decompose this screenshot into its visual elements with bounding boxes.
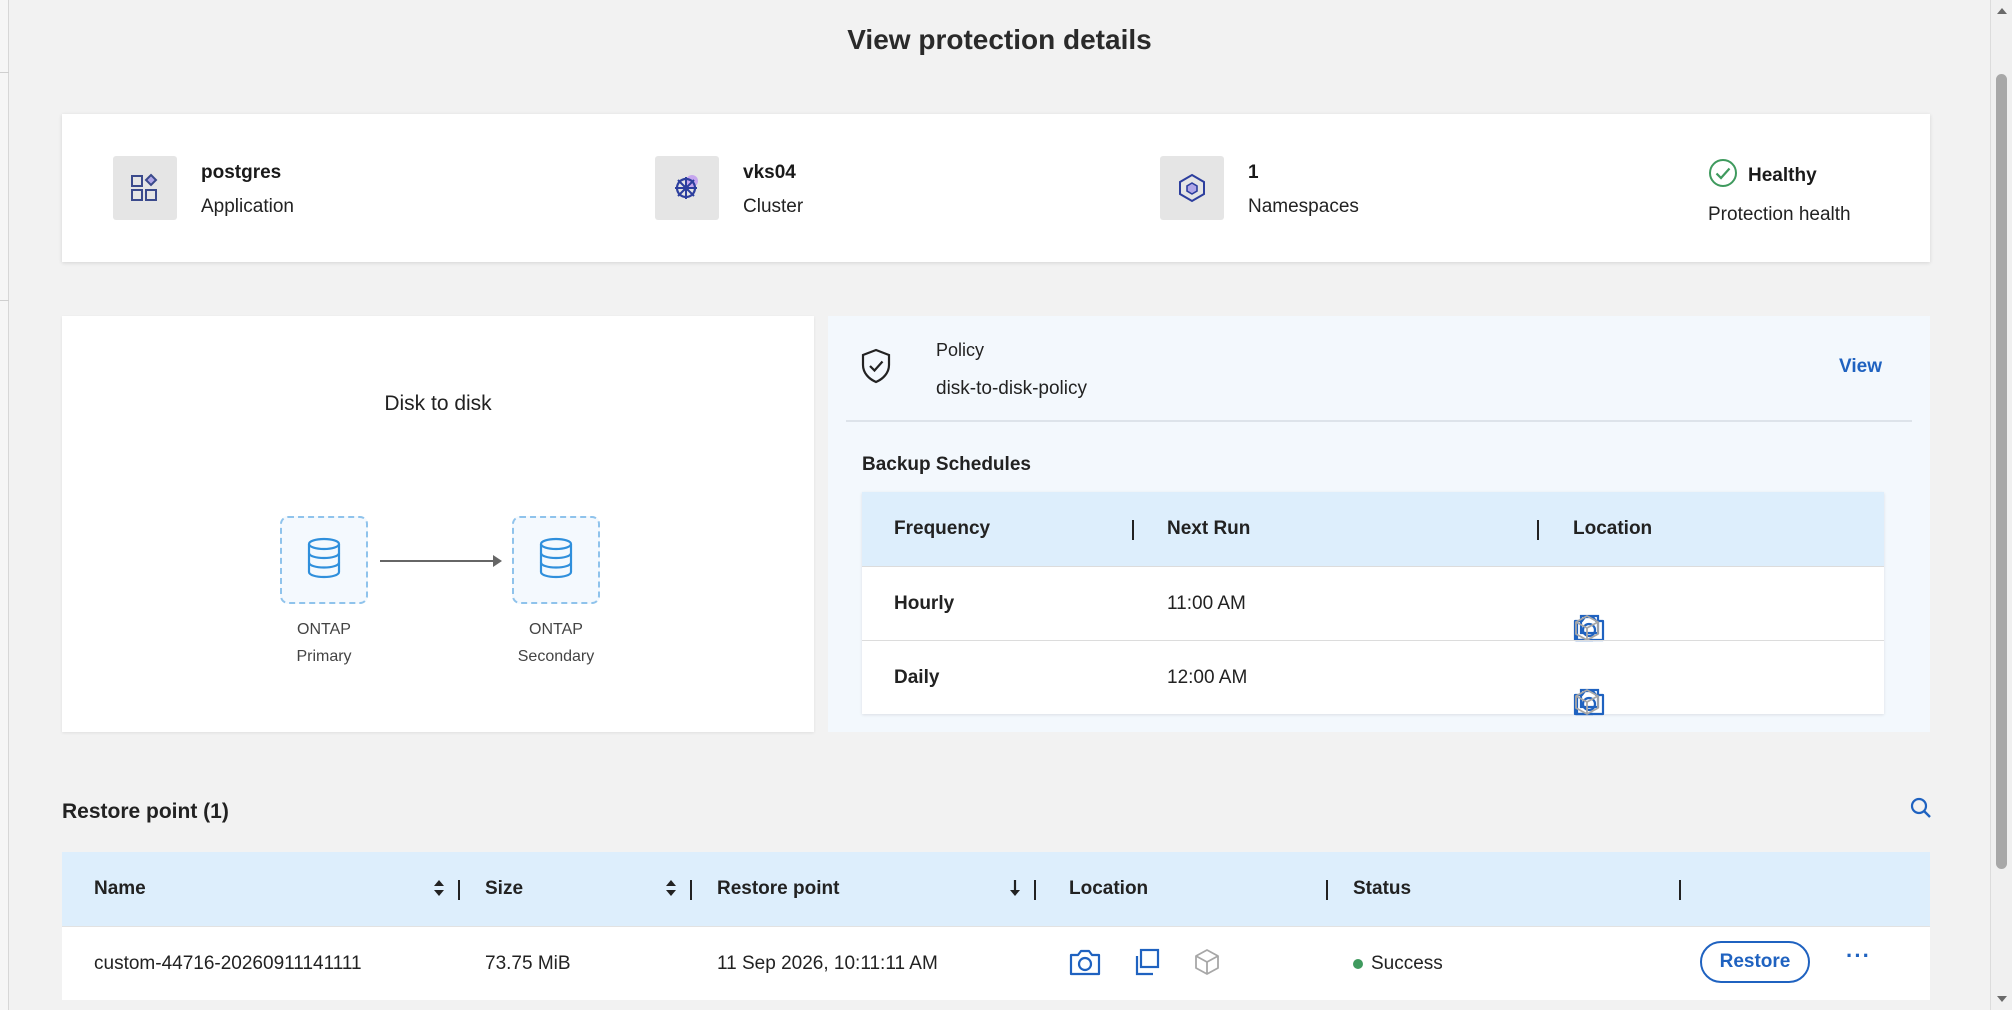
cluster-label: Cluster	[743, 196, 804, 217]
restore-button[interactable]: Restore	[1700, 941, 1810, 983]
location-icons	[1068, 947, 1222, 977]
policy-label: Policy	[936, 340, 985, 360]
restore-point-size: 73.75 MiB	[485, 953, 571, 974]
table-header: Frequency Next Run Location	[862, 492, 1884, 566]
restore-points-table: Name Size Restore point Location Status …	[62, 852, 1930, 1000]
sort-icon[interactable]	[665, 878, 677, 903]
diagram-title: Disk to disk	[384, 392, 492, 415]
namespaces-label: Namespaces	[1248, 196, 1359, 217]
column-resize-handle[interactable]	[1679, 880, 1681, 900]
column-header-name[interactable]: Name	[94, 878, 146, 900]
frequency-cell: Daily	[894, 667, 940, 688]
scroll-down-icon[interactable]	[1997, 996, 2007, 1002]
vertical-scrollbar[interactable]	[1990, 0, 2012, 1010]
restore-point-timestamp: 11 Sep 2026, 10:11:11 AM	[717, 953, 938, 974]
column-header-frequency: Frequency	[894, 518, 991, 539]
policy-card: Policy disk-to-disk-policy View Backup S…	[828, 316, 1930, 732]
page-title: View protection details	[847, 24, 1152, 55]
target-node	[512, 516, 600, 604]
cluster-name: vks04	[743, 162, 796, 183]
check-circle-icon	[1708, 158, 1738, 194]
table-row: Hourly 11:00 AM	[862, 566, 1884, 643]
copy-icon	[1132, 947, 1162, 977]
namespace-icon	[1160, 156, 1224, 220]
column-resize-handle[interactable]	[458, 880, 460, 900]
object-store-cube-icon	[1572, 613, 1602, 643]
success-dot-icon	[1353, 958, 1363, 969]
frequency-cell: Hourly	[894, 593, 955, 614]
status-badge: Success	[1353, 953, 1443, 975]
status-text: Success	[1371, 953, 1443, 974]
summary-application: postgres Application	[113, 156, 294, 220]
column-header-location: Location	[1069, 878, 1149, 899]
summary-namespaces: 1 Namespaces	[1160, 156, 1359, 220]
object-store-cube-icon	[1192, 947, 1222, 977]
summary-card: postgres Application vks04 Cluster 1 Nam…	[62, 114, 1930, 262]
backup-schedules-title: Backup Schedules	[862, 454, 1031, 475]
column-resize-handle[interactable]	[1034, 880, 1036, 900]
namespaces-count: 1	[1248, 162, 1259, 183]
sort-icon[interactable]	[433, 878, 445, 903]
main-panel: View protection details postgres Applica…	[9, 0, 1990, 1010]
application-label: Application	[201, 196, 294, 217]
source-node-label: ONTAP Primary	[296, 621, 352, 665]
shield-check-icon	[860, 348, 892, 389]
column-header-status: Status	[1353, 878, 1412, 899]
summary-cluster: vks04 Cluster	[655, 156, 803, 220]
column-header-location: Location	[1573, 518, 1653, 539]
database-icon	[304, 536, 344, 585]
restore-point-name: custom-44716-20260911141111	[94, 953, 362, 974]
health-status: Healthy	[1748, 165, 1817, 186]
more-actions-icon[interactable]: ···	[1846, 943, 1871, 969]
column-header-size[interactable]: Size	[485, 878, 523, 900]
column-resize-handle[interactable]	[1326, 880, 1328, 900]
snapshot-camera-icon	[1068, 947, 1102, 977]
restore-points-title: Restore point (1)	[62, 800, 229, 823]
next-run-cell: 11:00 AM	[1167, 593, 1246, 614]
column-resize-handle[interactable]	[690, 880, 692, 900]
window-left-edge	[0, 0, 9, 1010]
source-node	[280, 516, 368, 604]
policy-name: disk-to-disk-policy	[936, 378, 1087, 399]
sort-descending-icon[interactable]	[1009, 878, 1021, 903]
backup-schedules-table: Frequency Next Run Location Hourly 11:00…	[862, 492, 1884, 717]
database-icon	[536, 536, 576, 585]
column-header-next-run: Next Run	[1167, 518, 1251, 539]
view-policy-link[interactable]: View	[1839, 356, 1882, 378]
column-header-restore-point[interactable]: Restore point	[717, 878, 839, 900]
application-icon	[113, 156, 177, 220]
table-row: Daily 12:00 AM	[862, 640, 1884, 717]
replication-arrow	[380, 555, 502, 567]
next-run-cell: 12:00 AM	[1167, 667, 1248, 688]
table-header: Name Size Restore point Location Status	[62, 852, 1930, 926]
column-resize-handle[interactable]	[1132, 520, 1134, 540]
divider	[846, 420, 1912, 422]
kubernetes-cluster-icon	[655, 156, 719, 220]
object-store-cube-icon	[1572, 687, 1602, 717]
table-row: custom-44716-20260911141111 73.75 MiB 11…	[62, 926, 1930, 1000]
search-icon[interactable]	[1909, 796, 1933, 825]
application-name: postgres	[201, 162, 282, 183]
replication-diagram-card: Disk to disk ONTAP Primary ONTAP Seconda…	[62, 316, 814, 732]
summary-health: Healthy Protection health	[1708, 158, 1851, 226]
scrollbar-thumb[interactable]	[1996, 74, 2007, 869]
scroll-up-icon[interactable]	[1997, 8, 2007, 14]
health-label: Protection health	[1708, 204, 1851, 225]
target-node-label: ONTAP Secondary	[517, 621, 595, 665]
column-resize-handle[interactable]	[1537, 520, 1539, 540]
